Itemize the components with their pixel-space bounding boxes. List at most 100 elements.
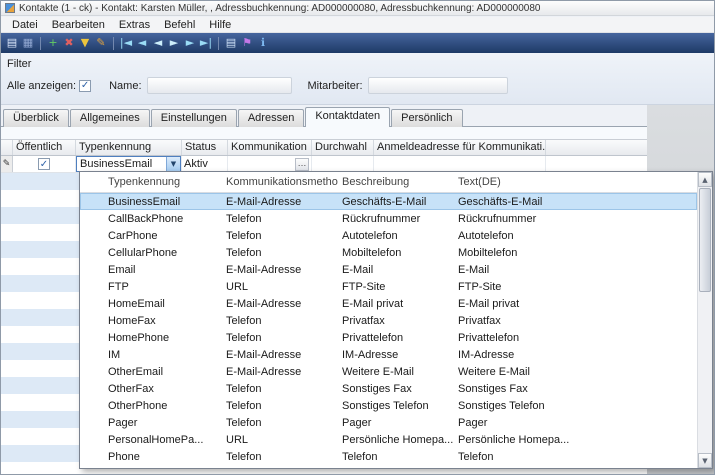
typenkennung-cell: BusinessEmail ▼ bbox=[76, 156, 182, 172]
filter-row: Alle anzeigen: Name: Mitarbeiter: bbox=[1, 77, 714, 94]
filter-section: Filter Alle anzeigen: Name: Mitarbeiter: bbox=[1, 53, 714, 105]
anmeldeadresse-cell bbox=[374, 156, 546, 172]
column-kommunikation[interactable]: Kommunikation bbox=[228, 140, 312, 155]
dropdown-row[interactable]: HomeEmail E-Mail-Adresse E-Mail privat E… bbox=[80, 295, 697, 312]
name-input[interactable] bbox=[147, 77, 292, 94]
menu-hilfe[interactable]: Hilfe bbox=[202, 18, 238, 32]
cell-kommunikationsmethode: E-Mail-Adresse bbox=[222, 264, 338, 276]
cell-beschreibung: Pager bbox=[338, 417, 454, 429]
menu-befehl[interactable]: Befehl bbox=[157, 18, 202, 32]
column-oeffentlich[interactable]: Öffentlich bbox=[13, 140, 76, 155]
cell-kommunikationsmethode: URL bbox=[222, 281, 338, 293]
cell-typenkennung: HomePhone bbox=[104, 332, 222, 344]
edit-filter-icon[interactable]: ✎ bbox=[93, 34, 109, 52]
tab-ueberblick[interactable]: Überblick bbox=[3, 109, 69, 127]
show-all-label: Alle anzeigen: bbox=[7, 80, 76, 92]
cell-typenkennung: CallBackPhone bbox=[104, 213, 222, 225]
cell-kommunikationsmethode: Telefon bbox=[222, 315, 338, 327]
dropdown-row[interactable]: OtherEmail E-Mail-Adresse Weitere E-Mail… bbox=[80, 363, 697, 380]
add-record-icon[interactable]: + bbox=[45, 34, 61, 52]
dropdown-row[interactable]: HomePhone Telefon Privattelefon Privatte… bbox=[80, 329, 697, 346]
previous-record-icon[interactable]: ◄ bbox=[150, 34, 166, 52]
dropdown-row[interactable]: HomeFax Telefon Privatfax Privatfax bbox=[80, 312, 697, 329]
dropdown-row[interactable]: Email E-Mail-Adresse E-Mail E-Mail bbox=[80, 261, 697, 278]
typenkennung-combobox[interactable]: BusinessEmail ▼ bbox=[76, 156, 181, 172]
employee-input[interactable] bbox=[368, 77, 508, 94]
dropdown-row[interactable]: OtherPhone Telefon Sonstiges Telefon Son… bbox=[80, 397, 697, 414]
dropdown-row[interactable]: BusinessEmail E-Mail-Adresse Geschäfts-E… bbox=[80, 193, 697, 210]
new-record-icon[interactable]: ▤ bbox=[4, 34, 20, 52]
new-mail-icon[interactable]: ▤ bbox=[223, 34, 239, 52]
flag-icon[interactable]: ⚑ bbox=[239, 34, 255, 52]
column-anmeldeadresse[interactable]: Anmeldeadresse für Kommunikati... bbox=[374, 140, 546, 155]
dropdown-row[interactable]: FTP URL FTP-Site FTP-Site bbox=[80, 278, 697, 295]
cell-text-de: Autotelefon bbox=[454, 230, 570, 242]
current-row-marker-icon: ✎ bbox=[1, 156, 13, 172]
tab-adressen[interactable]: Adressen bbox=[238, 109, 304, 127]
next-record-icon[interactable]: ► bbox=[166, 34, 182, 52]
cell-text-de: Sonstiges Telefon bbox=[454, 400, 570, 412]
dropdown-row[interactable]: PersonalHomePa... URL Persönliche Homepa… bbox=[80, 431, 697, 448]
scrollbar-down-icon[interactable]: ▼ bbox=[698, 453, 712, 468]
next-page-icon[interactable]: ► bbox=[182, 34, 198, 52]
combobox-dropdown-button[interactable]: ▼ bbox=[166, 157, 180, 171]
title-bar: Kontakte (1 - ck) - Kontakt: Karsten Mül… bbox=[1, 1, 714, 16]
scrollbar-thumb[interactable] bbox=[699, 188, 711, 292]
kommunikation-lookup-button[interactable]: … bbox=[295, 158, 309, 171]
toolbar: ▤▦+✖▼✎|◄◄◄►►►|▤⚑ℹ bbox=[1, 33, 714, 53]
cell-beschreibung: IM-Adresse bbox=[338, 349, 454, 361]
cell-text-de: FTP-Site bbox=[454, 281, 570, 293]
cell-typenkennung: FTP bbox=[104, 281, 222, 293]
durchwahl-cell bbox=[312, 156, 374, 172]
typenkennung-value: BusinessEmail bbox=[77, 158, 166, 170]
menu-bearbeiten[interactable]: Bearbeiten bbox=[45, 18, 112, 32]
cell-beschreibung: Rückrufnummer bbox=[338, 213, 454, 225]
grid-view-icon[interactable]: ▦ bbox=[20, 34, 36, 52]
scrollbar-up-icon[interactable]: ▲ bbox=[698, 172, 712, 187]
column-durchwahl[interactable]: Durchwahl bbox=[312, 140, 374, 155]
cell-typenkennung: OtherPhone bbox=[104, 400, 222, 412]
column-row-marker bbox=[1, 140, 13, 155]
tab-allgemeines[interactable]: Allgemeines bbox=[70, 109, 150, 127]
dropdown-row[interactable]: OtherFax Telefon Sonstiges Fax Sonstiges… bbox=[80, 380, 697, 397]
cell-text-de: E-Mail privat bbox=[454, 298, 570, 310]
last-record-icon[interactable]: ►| bbox=[198, 34, 214, 52]
dropdown-row[interactable]: CellularPhone Telefon Mobiltelefon Mobil… bbox=[80, 244, 697, 261]
column-typenkennung[interactable]: Typenkennung bbox=[76, 140, 182, 155]
cell-typenkennung: HomeEmail bbox=[104, 298, 222, 310]
status-cell: Aktiv bbox=[182, 156, 228, 172]
cell-kommunikationsmethode: Telefon bbox=[222, 213, 338, 225]
cell-text-de: Privattelefon bbox=[454, 332, 570, 344]
dropdown-rows: BusinessEmail E-Mail-Adresse Geschäfts-E… bbox=[80, 193, 697, 468]
cell-kommunikationsmethode: E-Mail-Adresse bbox=[222, 298, 338, 310]
dropdown-row[interactable]: CarPhone Telefon Autotelefon Autotelefon bbox=[80, 227, 697, 244]
show-all-checkbox[interactable] bbox=[79, 80, 91, 92]
cell-text-de: Pager bbox=[454, 417, 570, 429]
dropdown-row[interactable]: Phone Telefon Telefon Telefon bbox=[80, 448, 697, 465]
menu-datei[interactable]: Datei bbox=[5, 18, 45, 32]
first-record-icon[interactable]: |◄ bbox=[118, 34, 134, 52]
cell-typenkennung: HomeFax bbox=[104, 315, 222, 327]
toolbar-separator bbox=[113, 37, 114, 50]
previous-page-icon[interactable]: ◄ bbox=[134, 34, 150, 52]
column-status[interactable]: Status bbox=[182, 140, 228, 155]
cell-beschreibung: E-Mail bbox=[338, 264, 454, 276]
info-icon[interactable]: ℹ bbox=[255, 34, 271, 52]
tab-einstellungen[interactable]: Einstellungen bbox=[151, 109, 237, 127]
cell-beschreibung: Sonstiges Telefon bbox=[338, 400, 454, 412]
menu-extras[interactable]: Extras bbox=[112, 18, 157, 32]
tab-kontaktdaten[interactable]: Kontaktdaten bbox=[305, 107, 390, 127]
oeffentlich-checkbox[interactable] bbox=[38, 158, 50, 170]
dropdown-row[interactable]: CallBackPhone Telefon Rückrufnummer Rück… bbox=[80, 210, 697, 227]
tab-persoenlich[interactable]: Persönlich bbox=[391, 109, 462, 127]
name-label: Name: bbox=[109, 80, 141, 92]
cell-text-de: E-Mail bbox=[454, 264, 570, 276]
cell-typenkennung: CarPhone bbox=[104, 230, 222, 242]
cell-beschreibung: Telefon bbox=[338, 451, 454, 463]
dropdown-row[interactable]: IM E-Mail-Adresse IM-Adresse IM-Adresse bbox=[80, 346, 697, 363]
window-title: Kontakte (1 - ck) - Kontakt: Karsten Mül… bbox=[19, 3, 540, 14]
delete-record-icon[interactable]: ✖ bbox=[61, 34, 77, 52]
dropdown-row[interactable]: Pager Telefon Pager Pager bbox=[80, 414, 697, 431]
filter-icon[interactable]: ▼ bbox=[77, 34, 93, 52]
dropdown-scrollbar[interactable]: ▲ ▼ bbox=[697, 172, 712, 468]
